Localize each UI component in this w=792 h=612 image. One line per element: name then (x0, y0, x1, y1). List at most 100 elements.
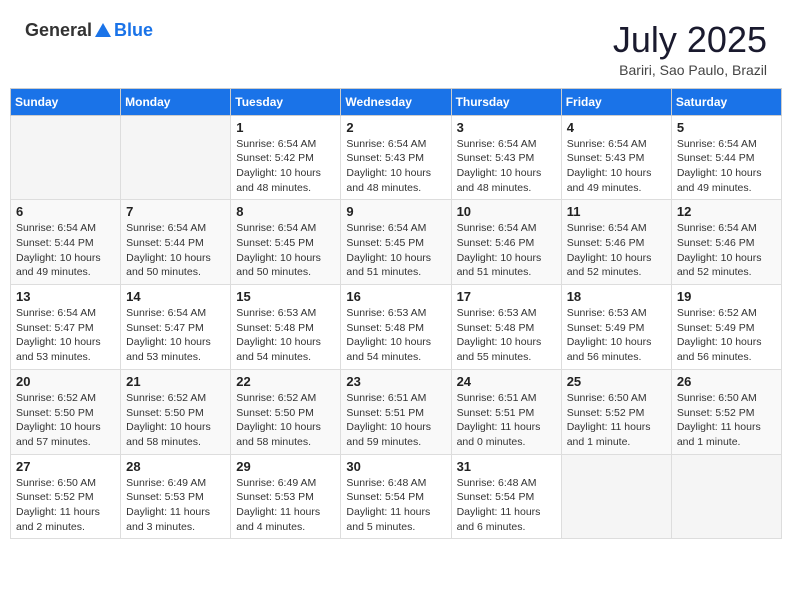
day-info: Sunrise: 6:54 AMSunset: 5:43 PMDaylight:… (346, 137, 445, 196)
day-number: 2 (346, 120, 445, 135)
day-info: Sunrise: 6:50 AMSunset: 5:52 PMDaylight:… (16, 476, 115, 535)
day-info: Sunrise: 6:48 AMSunset: 5:54 PMDaylight:… (346, 476, 445, 535)
calendar-table: SundayMondayTuesdayWednesdayThursdayFrid… (10, 88, 782, 540)
calendar-cell: 30 Sunrise: 6:48 AMSunset: 5:54 PMDayligh… (341, 454, 451, 539)
weekday-header-saturday: Saturday (671, 88, 781, 115)
calendar-cell: 28 Sunrise: 6:49 AMSunset: 5:53 PMDayligh… (121, 454, 231, 539)
calendar-cell (561, 454, 671, 539)
calendar-cell: 8Sunrise: 6:54 AMSunset: 5:45 PMDaylight… (231, 200, 341, 285)
logo: General Blue (25, 20, 153, 41)
calendar-cell: 16 Sunrise: 6:53 AMSunset: 5:48 PMDayligh… (341, 285, 451, 370)
weekday-header-row: SundayMondayTuesdayWednesdayThursdayFrid… (11, 88, 782, 115)
day-info: Sunrise: 6:54 AMSunset: 5:43 PMDaylight:… (567, 137, 666, 196)
day-number: 9 (346, 204, 445, 219)
day-info: Sunrise: 6:53 AMSunset: 5:48 PMDaylight:… (346, 306, 445, 365)
calendar-week-4: 20 Sunrise: 6:52 AMSunset: 5:50 PMDayligh… (11, 369, 782, 454)
calendar-week-1: 1Sunrise: 6:54 AMSunset: 5:42 PMDaylight… (11, 115, 782, 200)
calendar-cell: 12 Sunrise: 6:54 AMSunset: 5:46 PMDayligh… (671, 200, 781, 285)
weekday-header-sunday: Sunday (11, 88, 121, 115)
calendar-cell (671, 454, 781, 539)
day-number: 16 (346, 289, 445, 304)
day-info: Sunrise: 6:54 AMSunset: 5:45 PMDaylight:… (346, 221, 445, 280)
calendar-cell: 15 Sunrise: 6:53 AMSunset: 5:48 PMDayligh… (231, 285, 341, 370)
calendar-cell: 2 Sunrise: 6:54 AMSunset: 5:43 PMDaylight… (341, 115, 451, 200)
day-number: 26 (677, 374, 776, 389)
calendar-cell: 20 Sunrise: 6:52 AMSunset: 5:50 PMDayligh… (11, 369, 121, 454)
calendar-cell: 1Sunrise: 6:54 AMSunset: 5:42 PMDaylight… (231, 115, 341, 200)
calendar-week-3: 13 Sunrise: 6:54 AMSunset: 5:47 PMDayligh… (11, 285, 782, 370)
day-number: 20 (16, 374, 115, 389)
day-info: Sunrise: 6:52 AMSunset: 5:50 PMDaylight:… (236, 391, 335, 450)
weekday-header-monday: Monday (121, 88, 231, 115)
day-number: 19 (677, 289, 776, 304)
day-info: Sunrise: 6:50 AMSunset: 5:52 PMDaylight:… (567, 391, 666, 450)
calendar-cell: 25 Sunrise: 6:50 AMSunset: 5:52 PMDayligh… (561, 369, 671, 454)
calendar-cell: 13 Sunrise: 6:54 AMSunset: 5:47 PMDayligh… (11, 285, 121, 370)
day-info: Sunrise: 6:53 AMSunset: 5:48 PMDaylight:… (457, 306, 556, 365)
day-info: Sunrise: 6:54 AMSunset: 5:42 PMDaylight:… (236, 137, 335, 196)
day-number: 13 (16, 289, 115, 304)
calendar-cell: 26 Sunrise: 6:50 AMSunset: 5:52 PMDayligh… (671, 369, 781, 454)
day-info: Sunrise: 6:54 AMSunset: 5:47 PMDaylight:… (16, 306, 115, 365)
day-number: 3 (457, 120, 556, 135)
page-header: General Blue July 2025 Bariri, Sao Paulo… (10, 10, 782, 83)
day-info: Sunrise: 6:54 AMSunset: 5:44 PMDaylight:… (126, 221, 225, 280)
day-number: 11 (567, 204, 666, 219)
day-info: Sunrise: 6:54 AMSunset: 5:46 PMDaylight:… (457, 221, 556, 280)
calendar-cell: 6 Sunrise: 6:54 AMSunset: 5:44 PMDaylight… (11, 200, 121, 285)
calendar-cell: 5Sunrise: 6:54 AMSunset: 5:44 PMDaylight… (671, 115, 781, 200)
calendar-cell (121, 115, 231, 200)
day-number: 8 (236, 204, 335, 219)
day-number: 15 (236, 289, 335, 304)
location: Bariri, Sao Paulo, Brazil (613, 62, 767, 78)
calendar-cell: 7 Sunrise: 6:54 AMSunset: 5:44 PMDaylight… (121, 200, 231, 285)
calendar-cell: 14Sunrise: 6:54 AMSunset: 5:47 PMDayligh… (121, 285, 231, 370)
weekday-header-tuesday: Tuesday (231, 88, 341, 115)
calendar-cell: 19Sunrise: 6:52 AMSunset: 5:49 PMDayligh… (671, 285, 781, 370)
calendar-cell: 3Sunrise: 6:54 AMSunset: 5:43 PMDaylight… (451, 115, 561, 200)
weekday-header-friday: Friday (561, 88, 671, 115)
calendar-cell: 23Sunrise: 6:51 AMSunset: 5:51 PMDayligh… (341, 369, 451, 454)
title-area: July 2025 Bariri, Sao Paulo, Brazil (613, 20, 767, 78)
logo-icon (93, 21, 113, 41)
day-info: Sunrise: 6:54 AMSunset: 5:44 PMDaylight:… (677, 137, 776, 196)
calendar-cell: 9 Sunrise: 6:54 AMSunset: 5:45 PMDaylight… (341, 200, 451, 285)
day-number: 28 (126, 459, 225, 474)
day-number: 4 (567, 120, 666, 135)
calendar-cell: 24Sunrise: 6:51 AMSunset: 5:51 PMDayligh… (451, 369, 561, 454)
calendar-cell: 27 Sunrise: 6:50 AMSunset: 5:52 PMDayligh… (11, 454, 121, 539)
calendar-cell: 17Sunrise: 6:53 AMSunset: 5:48 PMDayligh… (451, 285, 561, 370)
day-number: 7 (126, 204, 225, 219)
day-info: Sunrise: 6:49 AMSunset: 5:53 PMDaylight:… (126, 476, 225, 535)
day-info: Sunrise: 6:48 AMSunset: 5:54 PMDaylight:… (457, 476, 556, 535)
calendar-cell: 22 Sunrise: 6:52 AMSunset: 5:50 PMDayligh… (231, 369, 341, 454)
day-number: 12 (677, 204, 776, 219)
day-number: 31 (457, 459, 556, 474)
day-info: Sunrise: 6:52 AMSunset: 5:50 PMDaylight:… (16, 391, 115, 450)
day-number: 21 (126, 374, 225, 389)
day-info: Sunrise: 6:54 AMSunset: 5:44 PMDaylight:… (16, 221, 115, 280)
day-info: Sunrise: 6:53 AMSunset: 5:49 PMDaylight:… (567, 306, 666, 365)
day-number: 10 (457, 204, 556, 219)
weekday-header-wednesday: Wednesday (341, 88, 451, 115)
day-number: 6 (16, 204, 115, 219)
day-info: Sunrise: 6:54 AMSunset: 5:47 PMDaylight:… (126, 306, 225, 365)
calendar-header: SundayMondayTuesdayWednesdayThursdayFrid… (11, 88, 782, 115)
calendar-week-2: 6 Sunrise: 6:54 AMSunset: 5:44 PMDaylight… (11, 200, 782, 285)
logo-general-text: General (25, 20, 92, 41)
day-number: 27 (16, 459, 115, 474)
day-info: Sunrise: 6:50 AMSunset: 5:52 PMDaylight:… (677, 391, 776, 450)
day-info: Sunrise: 6:54 AMSunset: 5:46 PMDaylight:… (677, 221, 776, 280)
calendar-cell: 4 Sunrise: 6:54 AMSunset: 5:43 PMDaylight… (561, 115, 671, 200)
logo-blue-text: Blue (114, 20, 153, 41)
day-info: Sunrise: 6:54 AMSunset: 5:46 PMDaylight:… (567, 221, 666, 280)
day-number: 29 (236, 459, 335, 474)
day-number: 18 (567, 289, 666, 304)
day-info: Sunrise: 6:53 AMSunset: 5:48 PMDaylight:… (236, 306, 335, 365)
day-number: 22 (236, 374, 335, 389)
day-number: 25 (567, 374, 666, 389)
day-number: 30 (346, 459, 445, 474)
calendar-body: 1Sunrise: 6:54 AMSunset: 5:42 PMDaylight… (11, 115, 782, 539)
calendar-cell: 11 Sunrise: 6:54 AMSunset: 5:46 PMDayligh… (561, 200, 671, 285)
day-number: 23 (346, 374, 445, 389)
